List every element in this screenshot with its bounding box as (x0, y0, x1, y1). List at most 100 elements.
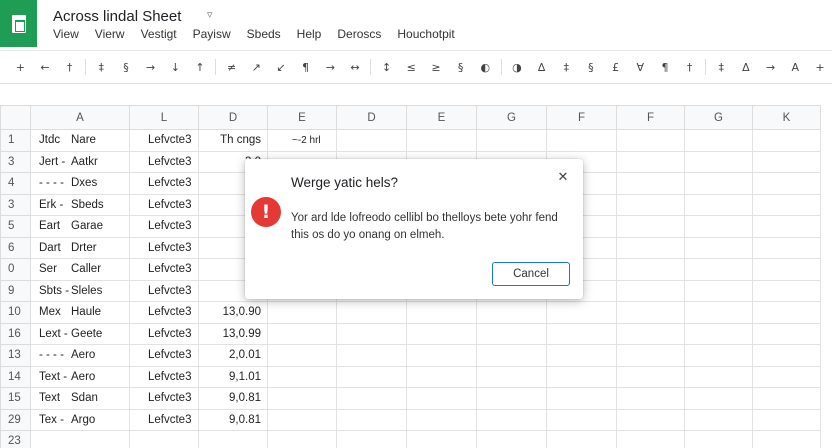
cell[interactable]: 2,0.01 (198, 344, 268, 367)
cell[interactable] (684, 408, 753, 431)
cell[interactable]: 9,1.01 (198, 365, 268, 388)
toolbar-tool-icon[interactable]: ¶ (653, 55, 678, 79)
cell[interactable] (616, 301, 685, 324)
menu-item[interactable]: Payisw (187, 26, 241, 42)
cell[interactable] (476, 322, 547, 345)
document-title[interactable]: Across lindal Sheet (53, 8, 181, 25)
cell[interactable]: Jtdc Nare (30, 129, 130, 152)
toolbar-tool-icon[interactable]: ≤ (399, 55, 424, 79)
toolbar-tool-icon[interactable]: § (448, 55, 473, 79)
cell[interactable] (267, 430, 337, 448)
toolbar-tool-icon[interactable]: § (114, 55, 139, 79)
toolbar-tool-icon[interactable]: ↑ (188, 55, 213, 79)
cell[interactable] (267, 387, 337, 410)
column-header[interactable]: K (752, 105, 821, 130)
cancel-button[interactable]: Cancel (492, 262, 570, 286)
cell[interactable] (406, 408, 477, 431)
cell[interactable] (406, 430, 477, 448)
row-header[interactable]: 16 (0, 322, 31, 345)
cell[interactable] (476, 301, 547, 324)
cell[interactable] (616, 215, 685, 238)
cell[interactable] (406, 322, 477, 345)
cell[interactable] (684, 279, 753, 302)
row-header[interactable]: 3 (0, 193, 31, 216)
row-header[interactable]: 1 (0, 129, 31, 152)
menu-item[interactable]: Help (291, 26, 332, 42)
cell[interactable]: Mex Haule (30, 301, 130, 324)
cell[interactable]: Lefvcte3 (129, 301, 199, 324)
row-header[interactable]: 3 (0, 150, 31, 173)
cell[interactable] (752, 279, 821, 302)
close-icon[interactable]: ✕ (555, 169, 571, 185)
cell[interactable]: Jert - Aatkr (30, 150, 130, 173)
toolbar-tool-icon[interactable]: † (677, 55, 702, 79)
cell[interactable]: Eart Garae (30, 215, 130, 238)
cell[interactable] (546, 430, 617, 448)
cell[interactable]: Lefvcte3 (129, 215, 199, 238)
cell[interactable]: Lefvcte3 (129, 236, 199, 259)
cell[interactable] (336, 322, 407, 345)
cell[interactable]: Text Sdan (30, 387, 130, 410)
cell[interactable] (684, 365, 753, 388)
toolbar-tool-icon[interactable]: ↗ (244, 55, 269, 79)
cell[interactable]: Lefvcte3 (129, 344, 199, 367)
cell[interactable] (752, 322, 821, 345)
cell[interactable]: 13,0.99 (198, 322, 268, 345)
cell[interactable] (546, 408, 617, 431)
cell[interactable] (752, 258, 821, 281)
toolbar-tool-icon[interactable]: ↓ (163, 55, 188, 79)
cell[interactable] (752, 215, 821, 238)
cell[interactable] (198, 430, 268, 448)
row-header[interactable]: 6 (0, 236, 31, 259)
row-header[interactable]: 14 (0, 365, 31, 388)
toolbar-tool-icon[interactable]: ∆ (529, 55, 554, 79)
cell[interactable]: Sbts - Sleles (30, 279, 130, 302)
cell[interactable] (476, 430, 547, 448)
toolbar-tool-icon[interactable]: ‡ (89, 55, 114, 79)
toolbar-tool-icon[interactable]: £ (603, 55, 628, 79)
cell[interactable]: Th cngs (198, 129, 268, 152)
toolbar-tool-icon[interactable]: ◑ (505, 55, 530, 79)
cell[interactable] (476, 408, 547, 431)
cell[interactable] (267, 365, 337, 388)
cell[interactable] (752, 344, 821, 367)
row-header[interactable]: 0 (0, 258, 31, 281)
cell[interactable]: Ser Caller (30, 258, 130, 281)
toolbar-tool-icon[interactable]: A (783, 55, 808, 79)
cell[interactable] (336, 408, 407, 431)
cell[interactable] (616, 279, 685, 302)
menu-item[interactable]: Deroscs (331, 26, 391, 42)
cell[interactable] (546, 129, 617, 152)
cell[interactable]: Tex - Argo (30, 408, 130, 431)
cell[interactable] (616, 258, 685, 281)
cell[interactable] (752, 236, 821, 259)
cell[interactable] (476, 387, 547, 410)
column-header[interactable]: D (336, 105, 407, 130)
cell[interactable] (406, 129, 477, 152)
row-header[interactable]: 10 (0, 301, 31, 324)
toolbar-tool-icon[interactable]: ← (33, 55, 58, 79)
cell[interactable] (616, 365, 685, 388)
cell[interactable] (684, 193, 753, 216)
cell[interactable] (684, 129, 753, 152)
row-header[interactable]: 29 (0, 408, 31, 431)
cell[interactable]: Lext - Geete (30, 322, 130, 345)
cell[interactable] (406, 387, 477, 410)
menu-item[interactable]: View (47, 26, 89, 42)
cell[interactable] (336, 301, 407, 324)
cell[interactable] (267, 344, 337, 367)
row-header[interactable]: 15 (0, 387, 31, 410)
cell[interactable] (476, 344, 547, 367)
toolbar-tool-icon[interactable]: ≠ (219, 55, 244, 79)
cell[interactable]: 13,0.90 (198, 301, 268, 324)
cell[interactable] (616, 322, 685, 345)
row-header[interactable]: 9 (0, 279, 31, 302)
cell[interactable] (267, 322, 337, 345)
cell[interactable] (684, 150, 753, 173)
column-header[interactable]: L (129, 105, 199, 130)
cell[interactable] (476, 365, 547, 388)
cell[interactable] (752, 129, 821, 152)
cell[interactable] (752, 387, 821, 410)
toolbar-tool-icon[interactable]: + (8, 55, 33, 79)
cell[interactable] (684, 215, 753, 238)
